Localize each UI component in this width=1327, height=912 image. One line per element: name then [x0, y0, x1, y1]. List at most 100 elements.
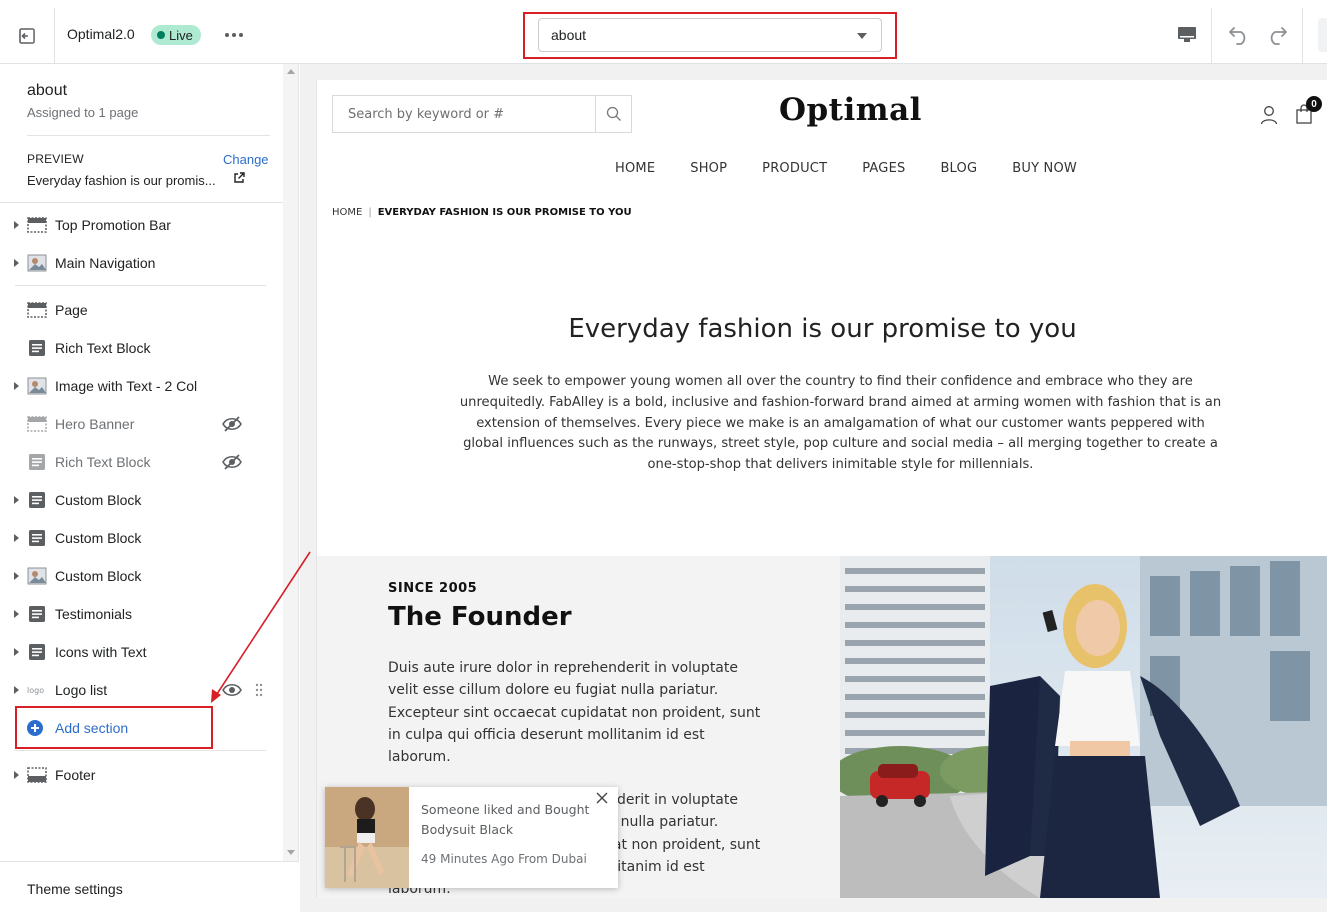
storefront-preview: Search by keyword or # Optimal 0 HOME SHO… [316, 80, 1327, 898]
section-item[interactable]: Rich Text Block [0, 443, 283, 481]
save-button[interactable] [1318, 18, 1327, 52]
section-item[interactable]: Main Navigation [0, 244, 283, 282]
expand-arrow-icon[interactable] [14, 259, 19, 267]
drag-handle-icon[interactable] [255, 683, 263, 697]
theme-settings-label: Theme settings [27, 881, 123, 897]
live-status-badge: Live [151, 25, 201, 45]
breadcrumb-current: EVERYDAY FASHION IS OUR PROMISE TO YOU [377, 207, 632, 218]
add-section-button[interactable]: Add section [27, 714, 128, 742]
section-item[interactable]: Top Promotion Bar [0, 206, 283, 244]
scroll-up-icon[interactable] [287, 69, 295, 74]
desktop-view-button[interactable] [1172, 20, 1202, 50]
breadcrumb-separator: | [368, 207, 372, 218]
founder-title: The Founder [388, 602, 572, 632]
text-block-icon [29, 454, 45, 470]
section-label: Image with Text - 2 Col [55, 378, 198, 394]
product-thumbnail-illustration [325, 787, 409, 888]
section-item[interactable]: Custom Block [0, 481, 283, 519]
change-preview-link[interactable]: Change [223, 152, 269, 167]
section-icon [27, 416, 47, 432]
expand-arrow-icon[interactable] [14, 534, 19, 542]
section-item-footer[interactable]: Footer [0, 756, 283, 794]
popup-product-link[interactable]: Bodysuit Black [421, 822, 513, 837]
editor-topbar: Optimal2.0 Live about [0, 0, 1327, 64]
ellipsis-icon [225, 33, 243, 37]
external-link-icon[interactable] [233, 172, 245, 184]
eye-hidden-icon[interactable] [222, 454, 242, 470]
search-icon [606, 106, 621, 121]
expand-arrow-icon[interactable] [14, 771, 19, 779]
expand-arrow-icon[interactable] [14, 382, 19, 390]
section-item[interactable]: Rich Text Block [0, 329, 283, 367]
store-nav-link[interactable]: PAGES [862, 161, 905, 176]
theme-settings-button[interactable]: Theme settings [0, 861, 299, 912]
expand-arrow-icon[interactable] [14, 610, 19, 618]
text-block-icon [29, 606, 45, 622]
section-item[interactable]: Icons with Text [0, 633, 283, 671]
divider [15, 750, 266, 751]
store-nav-link[interactable]: SHOP [690, 161, 727, 176]
expand-arrow-icon[interactable] [14, 496, 19, 504]
expand-arrow-icon[interactable] [14, 572, 19, 580]
section-label: Footer [55, 767, 96, 783]
divider [0, 202, 283, 203]
section-item[interactable]: Page [0, 291, 283, 329]
store-nav-link[interactable]: BLOG [940, 161, 977, 176]
breadcrumb: HOME | EVERYDAY FASHION IS OUR PROMISE T… [332, 207, 632, 218]
section-label: Logo list [55, 682, 108, 698]
close-icon[interactable] [596, 792, 608, 804]
section-icon [27, 217, 47, 233]
text-block-icon [29, 340, 45, 356]
section-item[interactable]: Testimonials [0, 595, 283, 633]
image-section-icon [27, 377, 47, 395]
sidebar-scrollbar[interactable] [283, 64, 299, 861]
section-item[interactable]: Custom Block [0, 519, 283, 557]
section-item[interactable]: Custom Block [0, 557, 283, 595]
image-section-icon [27, 254, 47, 272]
page-select-value: about [551, 27, 587, 43]
founder-paragraph: Duis aute irure dolor in reprehenderit i… [388, 660, 761, 766]
store-nav-link[interactable]: PRODUCT [762, 161, 827, 176]
popup-line-1: Someone liked and Bought [421, 802, 590, 817]
preview-label: PREVIEW [27, 152, 84, 166]
template-assigned-text: Assigned to 1 page [27, 105, 139, 120]
section-label: Rich Text Block [55, 454, 151, 470]
exit-icon [19, 28, 35, 44]
redo-icon [1270, 27, 1287, 45]
section-item[interactable]: logo Logo list [0, 671, 283, 709]
account-icon[interactable] [1260, 105, 1278, 125]
expand-arrow-icon[interactable] [14, 686, 19, 694]
redo-button[interactable] [1262, 20, 1290, 50]
scroll-down-icon[interactable] [287, 850, 295, 855]
section-item[interactable]: Hero Banner [0, 405, 283, 443]
section-label: Page [55, 302, 88, 318]
eye-icon[interactable] [222, 682, 242, 698]
sections-sidebar: about Assigned to 1 page PREVIEW Change … [0, 64, 283, 861]
page-template-select[interactable]: about [538, 18, 882, 52]
expand-arrow-icon[interactable] [14, 221, 19, 229]
section-label: Custom Block [55, 492, 142, 508]
store-search-input[interactable]: Search by keyword or # [332, 95, 632, 133]
store-nav-link[interactable]: HOME [615, 161, 655, 176]
more-actions-button[interactable] [222, 24, 246, 46]
store-logo[interactable]: Optimal [779, 92, 922, 128]
svg-text:logo: logo [27, 686, 44, 695]
undo-icon [1229, 27, 1246, 45]
page-heading: Everyday fashion is our promise to you [568, 314, 1077, 344]
toolbar-divider [1211, 8, 1212, 64]
section-label: Hero Banner [55, 416, 135, 432]
section-label: Custom Block [55, 530, 142, 546]
section-label: Testimonials [55, 606, 133, 622]
exit-button[interactable] [0, 8, 55, 64]
store-nav-link[interactable]: BUY NOW [1012, 161, 1077, 176]
text-block-icon [29, 644, 45, 660]
section-item[interactable]: Image with Text - 2 Col [0, 367, 283, 405]
eye-hidden-icon[interactable] [222, 416, 242, 432]
section-label: Custom Block [55, 568, 142, 584]
sales-notification-popup[interactable]: Someone liked and Bought Bodysuit Black … [325, 787, 618, 888]
toolbar-divider [1302, 8, 1303, 64]
expand-arrow-icon[interactable] [14, 648, 19, 656]
store-search-button[interactable] [595, 96, 631, 132]
breadcrumb-home-link[interactable]: HOME [332, 207, 362, 218]
undo-button[interactable] [1226, 20, 1254, 50]
